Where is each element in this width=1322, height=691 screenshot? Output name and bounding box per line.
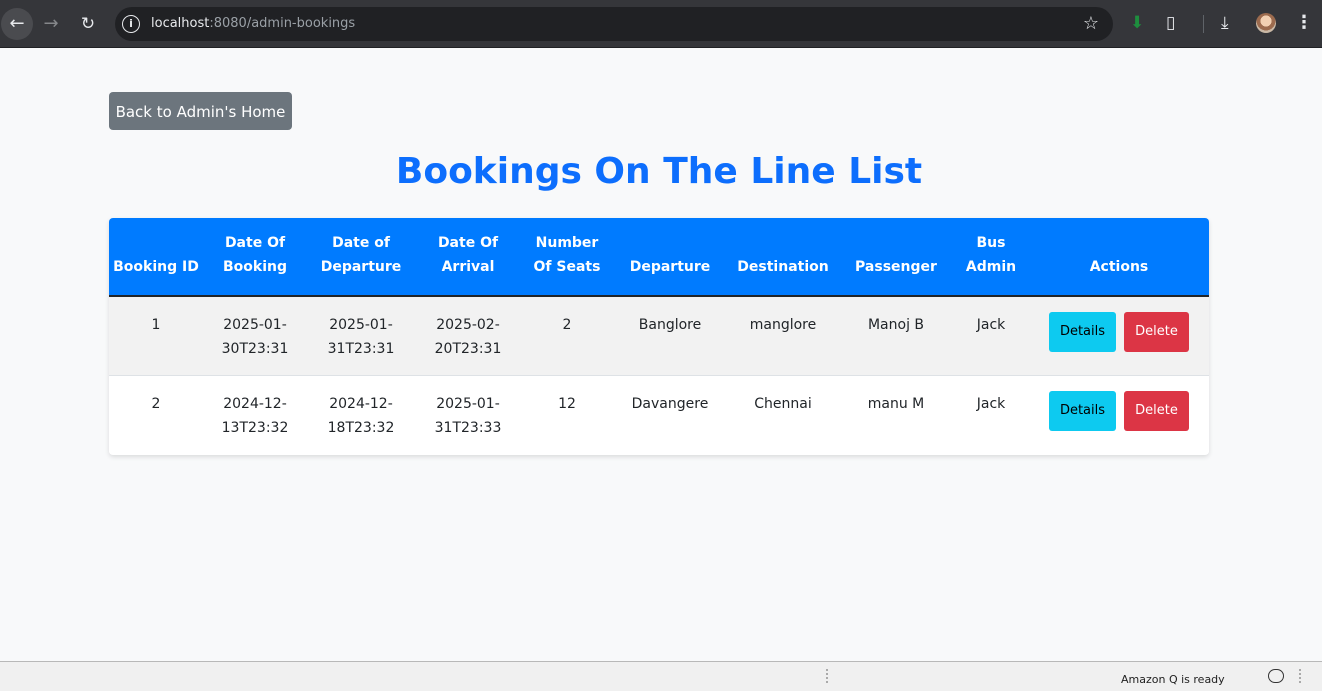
header-booking-id: Booking ID xyxy=(113,259,199,275)
header-date-of-arrival: Date Of Arrival xyxy=(437,235,499,275)
browser-toolbar: ← → ↻ i localhost:8080/admin-bookings ☆ … xyxy=(0,0,1322,48)
cell-booking-id: 1 xyxy=(109,296,203,376)
table-row: 1 2025-01-30T23:31 2025-01-31T23:31 2025… xyxy=(109,296,1209,376)
back-to-admin-home-button[interactable]: Back to Admin's Home xyxy=(109,92,292,130)
header-actions: Actions xyxy=(1089,259,1149,275)
assistant-icon[interactable] xyxy=(1268,669,1284,683)
table-row: 2 2024-12-13T23:32 2024-12-18T23:32 2025… xyxy=(109,375,1209,454)
details-button[interactable]: Details xyxy=(1049,312,1116,352)
cell-date-of-departure: 2024-12-18T23:32 xyxy=(327,395,395,436)
cell-date-of-booking: 2024-12-13T23:32 xyxy=(221,395,289,436)
toolbar-divider xyxy=(1203,15,1204,33)
back-arrow-icon[interactable]: ← xyxy=(1,8,33,40)
cell-date-of-departure: 2025-01-31T23:31 xyxy=(307,296,415,376)
status-grip-right xyxy=(1299,669,1303,683)
header-bus-admin: Bus Admin xyxy=(965,235,1017,275)
forward-arrow-icon[interactable]: → xyxy=(35,8,67,40)
reload-icon[interactable]: ↻ xyxy=(72,8,104,40)
cell-departure: Banglore xyxy=(613,296,727,376)
downloads-icon[interactable]: ⤓ xyxy=(1221,12,1229,34)
address-bar[interactable]: i localhost:8080/admin-bookings ☆ xyxy=(115,7,1113,41)
bookings-table: Booking ID Date Of Booking Date of Depar… xyxy=(109,218,1209,454)
cell-number-of-seats: 12 xyxy=(558,395,576,412)
url-host: localhost xyxy=(151,16,210,31)
cell-departure: Davangere xyxy=(631,395,709,412)
cell-number-of-seats: 2 xyxy=(521,296,613,376)
cell-booking-id: 2 xyxy=(151,395,161,412)
header-passenger: Passenger xyxy=(855,259,937,275)
status-text: Amazon Q is ready xyxy=(1121,673,1225,686)
profile-avatar[interactable] xyxy=(1256,13,1276,33)
header-destination: Destination xyxy=(737,259,829,275)
bookings-table-container: Booking ID Date Of Booking Date of Depar… xyxy=(109,218,1209,455)
extensions-puzzle-icon[interactable]: ▯ xyxy=(1166,12,1175,34)
url-text[interactable]: localhost:8080/admin-bookings xyxy=(151,16,355,31)
header-date-of-booking: Date Of Booking xyxy=(222,235,287,275)
cell-date-of-arrival: 2025-01-31T23:33 xyxy=(434,395,502,436)
url-path: :8080/admin-bookings xyxy=(209,16,356,31)
cell-destination: manglore xyxy=(727,296,839,376)
cell-date-of-booking: 2025-01-30T23:31 xyxy=(203,296,307,376)
delete-button[interactable]: Delete xyxy=(1124,312,1189,352)
cell-bus-admin: Jack xyxy=(953,296,1029,376)
menu-dots-icon[interactable]: ⋮ xyxy=(1295,12,1313,34)
header-number-of-seats: Number Of Seats xyxy=(533,235,601,275)
details-button[interactable]: Details xyxy=(1049,390,1116,431)
site-info-icon[interactable]: i xyxy=(122,15,140,33)
cell-passenger: Manoj B xyxy=(839,296,953,376)
extension-download-icon[interactable]: ⬇ xyxy=(1130,12,1144,34)
header-date-of-departure: Date of Departure xyxy=(320,235,402,275)
cell-actions: Details Delete xyxy=(1029,296,1209,376)
table-header-row: Booking ID Date Of Booking Date of Depar… xyxy=(109,218,1209,296)
delete-button[interactable]: Delete xyxy=(1124,390,1189,431)
bookmark-star-icon[interactable]: ☆ xyxy=(1083,13,1099,34)
status-grip xyxy=(826,669,830,683)
cell-passenger: manu M xyxy=(867,395,925,412)
page-title: Bookings On The Line List xyxy=(395,151,923,192)
status-bar: Amazon Q is ready xyxy=(0,661,1322,691)
cell-destination: Chennai xyxy=(754,395,812,412)
header-departure: Departure xyxy=(629,259,711,275)
cell-actions: Details Delete xyxy=(1029,375,1209,454)
cell-date-of-arrival: 2025-02-20T23:31 xyxy=(415,296,521,376)
cell-bus-admin: Jack xyxy=(976,395,1006,412)
